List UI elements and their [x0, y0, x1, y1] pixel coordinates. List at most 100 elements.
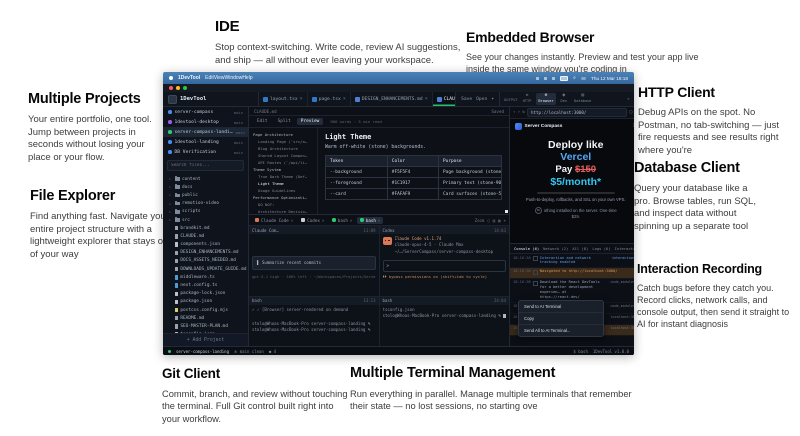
project-item[interactable]: 1devtool-desktop main [163, 117, 248, 127]
file-item[interactable]: CLAUDE.md [163, 232, 248, 240]
outline-item[interactable]: Usage Guidelines [253, 187, 317, 194]
file-item[interactable]: SEO-MASTER-PLAN.md [163, 322, 248, 330]
open-button[interactable]: Open [476, 97, 487, 102]
editor-tab-page[interactable]: page.tsx × [308, 92, 351, 106]
editor-mode-tab[interactable]: Edit [253, 118, 272, 125]
statusbar-project[interactable]: server-compass-landing [176, 349, 229, 354]
output-label[interactable]: OUTPUT [504, 97, 518, 102]
folder-item[interactable]: ▸ scripts [163, 208, 248, 216]
terminal-tab[interactable]: bash × [357, 217, 383, 224]
menubar-app-name[interactable]: 1DevTool [178, 75, 200, 81]
context-menu-item[interactable]: Send All to AI Terminal... [519, 325, 603, 336]
editor-mode-tab[interactable]: Split [274, 118, 295, 125]
save-button[interactable]: Save [461, 97, 472, 102]
console-tab[interactable]: All (8) [572, 246, 588, 251]
terminal-pane-bash-1[interactable]: bash 13:13 ✓ ✓ [Browser] server-rendered… [249, 297, 379, 347]
outline-item[interactable]: Landing Page (`src/a… [253, 138, 317, 145]
search-input[interactable] [167, 160, 244, 171]
project-item[interactable]: DB Verification main [163, 147, 248, 157]
forward-icon[interactable]: › [518, 110, 521, 115]
close-icon[interactable]: × [343, 96, 346, 102]
devtools-icon[interactable]: ▢ [629, 110, 632, 115]
console-tab[interactable]: Console (6) [514, 246, 539, 251]
outline-item[interactable]: DO NOT: [253, 201, 317, 208]
folder-item[interactable]: ▸ docs [163, 183, 248, 191]
editor-tab-claude-active[interactable]: CLAUDE.md × [433, 92, 455, 106]
battery-icon[interactable] [560, 76, 568, 81]
editor-tab-design-enhancements[interactable]: DESIGN_ENHANCEMENTS.md × [351, 92, 433, 106]
url-bar[interactable]: http://localhost:3000/ [527, 108, 627, 117]
terminal-pane-bash-2[interactable]: bash 24:04 tsconfig.json stolo@Whoas-Mac… [380, 297, 510, 347]
menubar-item[interactable]: Window [225, 75, 243, 81]
console-tab[interactable]: Interactio [615, 246, 634, 251]
folder-item[interactable]: ▸ content [163, 175, 248, 183]
log-checkbox[interactable] [533, 256, 538, 261]
outline-item[interactable]: Light Theme [253, 180, 317, 187]
folder-item[interactable]: ▸ public [163, 191, 248, 199]
console-log-row[interactable]: 18:16:36 Navigated to http://localhost:3… [510, 268, 634, 279]
menubar-item[interactable]: Edit [205, 75, 214, 81]
hamburger-menu-icon[interactable]: ≡ [633, 123, 634, 129]
terminal-pane-claude[interactable]: Claude Com… 11:09 ▌ Summarize recent com… [249, 226, 379, 296]
terminal-tab[interactable]: bash × [329, 217, 355, 224]
editor-tab-layout[interactable]: layout.tsx × [259, 92, 308, 106]
menubar-item[interactable]: Help [242, 75, 252, 81]
outline-item[interactable]: Page Architecture [253, 131, 317, 138]
outline-item[interactable]: Blog Architecture [253, 145, 317, 152]
menubar-clock[interactable]: Thu 12 Mar 18:18 [591, 76, 628, 81]
panel-tab[interactable]: ◉ Dev [559, 93, 570, 104]
context-menu-item[interactable]: Copy [519, 313, 603, 325]
back-icon[interactable]: ‹ [513, 110, 516, 115]
file-item[interactable]: postcss.config.mjs [163, 306, 248, 314]
statusbar-count[interactable]: ● 4 [269, 349, 276, 354]
outline-item[interactable]: API Routes (`/api/li… [253, 159, 317, 166]
search-icon[interactable]: ⌕ [573, 75, 576, 81]
close-window-button[interactable] [169, 86, 173, 90]
menubar-status-icon[interactable] [552, 77, 555, 80]
menubar-status-icon[interactable] [536, 77, 539, 80]
console-tab[interactable]: Network (2) [543, 246, 568, 251]
close-icon[interactable]: × [378, 218, 381, 223]
scrollbar-nub[interactable] [505, 210, 508, 213]
file-item[interactable]: DESIGN_ENHANCEMENTS.md [163, 249, 248, 257]
terminal-pane-codex[interactable]: Codex 14:03 Claude Code v1.1.74 claude-o… [380, 226, 510, 296]
console-log-row[interactable]: 18:16:34 Interaction and network trackin… [510, 254, 634, 268]
chevron-down-icon[interactable]: ▾ [491, 97, 494, 102]
project-item[interactable]: server-compass main [163, 107, 248, 117]
statusbar-shell[interactable]: $ bash [573, 349, 587, 354]
layout-rows-icon[interactable]: ▥ [493, 218, 495, 223]
reload-icon[interactable]: ↻ [522, 110, 525, 115]
site-logo-icon[interactable] [515, 123, 522, 130]
project-item[interactable]: 1devtool-landing main [163, 137, 248, 147]
git-branch-status[interactable]: ⋔ main clean [234, 349, 264, 354]
file-item[interactable]: DOWNLOADS_UPDATE_GUIDE.md [163, 265, 248, 273]
terminal-prompt-box[interactable]: ▌ Summarize recent commits [252, 256, 376, 270]
panel-tab[interactable]: ⇄ HTTP [521, 93, 534, 104]
close-icon[interactable]: × [322, 218, 325, 223]
chevron-right-icon[interactable]: ▸ [627, 97, 630, 102]
outline-item[interactable]: True Dark Theme (Def… [253, 173, 317, 180]
minimize-window-button[interactable] [176, 86, 180, 90]
control-center-icon[interactable] [581, 77, 586, 80]
file-item[interactable]: components.json [163, 241, 248, 249]
project-item[interactable]: server-compass-landi… main [163, 127, 248, 137]
panel-tab[interactable]: ▤ Database [572, 93, 593, 104]
add-terminal-button[interactable]: + [504, 218, 506, 223]
file-item[interactable]: README.md [163, 314, 248, 322]
terminal-tab[interactable]: Codex × [298, 217, 327, 224]
zoom-label[interactable]: Zoom [475, 218, 485, 223]
layout-grid-icon[interactable]: ▦ [498, 218, 500, 223]
file-item[interactable]: package.json [163, 298, 248, 306]
terminal-tab[interactable]: Claude Code × [252, 217, 296, 224]
maximize-window-button[interactable] [183, 86, 187, 90]
console-tab[interactable]: Logs (6) [592, 246, 610, 251]
add-project-button[interactable]: + Add Project [163, 333, 248, 346]
apple-logo-icon[interactable] [169, 76, 173, 80]
file-item[interactable]: next.config.ts [163, 281, 248, 289]
layout-single-icon[interactable]: ▢ [487, 218, 489, 223]
folder-item[interactable]: ▸ src [163, 216, 248, 224]
context-menu-item[interactable]: Send to AI Terminal [519, 301, 603, 313]
close-icon[interactable]: × [425, 96, 428, 102]
file-item[interactable]: brandkit.md [163, 224, 248, 232]
log-checkbox[interactable] [533, 281, 538, 286]
